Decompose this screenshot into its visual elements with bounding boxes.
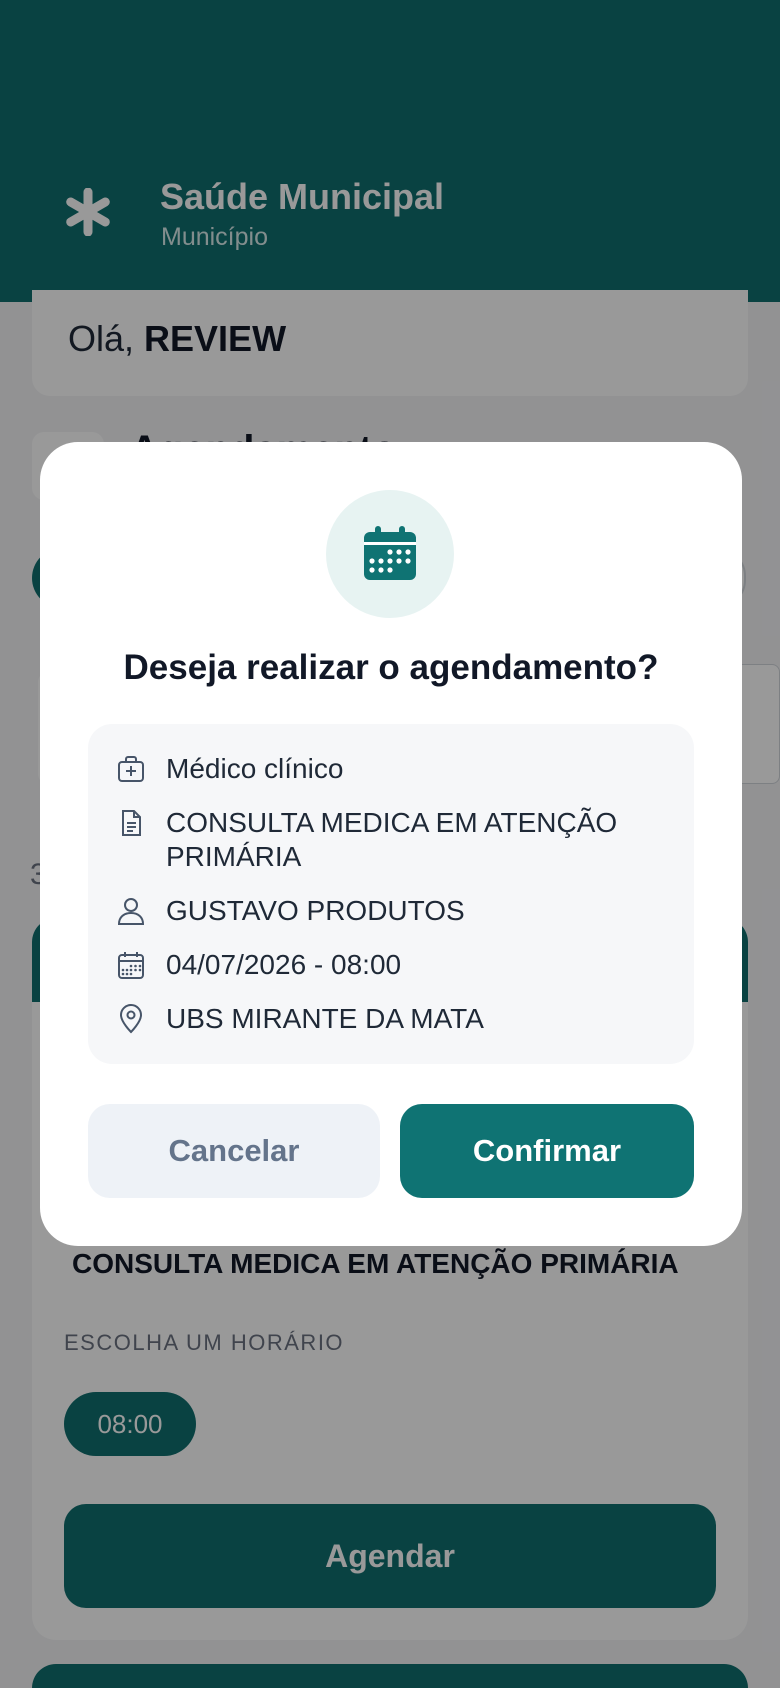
detail-procedure: CONSULTA MEDICA EM ATENÇÃO PRIMÁRIA [116,806,646,874]
calendar-icon [118,952,144,979]
confirm-modal: Deseja realizar o agendamento? Médico cl… [40,442,742,1246]
modal-title: Deseja realizar o agendamento? [123,648,659,687]
calendar-icon [364,526,416,580]
detail-specialty: Médico clínico [116,752,646,786]
detail-specialty-text: Médico clínico [166,753,344,784]
medical-bag-icon [118,756,144,782]
confirm-button[interactable]: Confirmar [400,1104,694,1198]
detail-procedure-text: CONSULTA MEDICA EM ATENÇÃO PRIMÁRIA [166,807,618,872]
detail-location-text: UBS MIRANTE DA MATA [166,1003,484,1034]
user-icon [117,898,145,925]
appointment-details: Médico clínico CONSULTA MEDICA EM ATENÇÃ… [88,724,694,1064]
detail-professional-text: GUSTAVO PRODUTOS [166,895,465,926]
detail-datetime: 04/07/2026 - 08:00 [116,948,646,982]
detail-location: UBS MIRANTE DA MATA [116,1002,646,1036]
cancel-button[interactable]: Cancelar [88,1104,380,1198]
modal-icon-circle [326,490,454,618]
detail-professional: GUSTAVO PRODUTOS [116,894,646,928]
document-icon [122,810,141,836]
map-pin-icon [119,1004,143,1034]
detail-datetime-text: 04/07/2026 - 08:00 [166,949,402,980]
